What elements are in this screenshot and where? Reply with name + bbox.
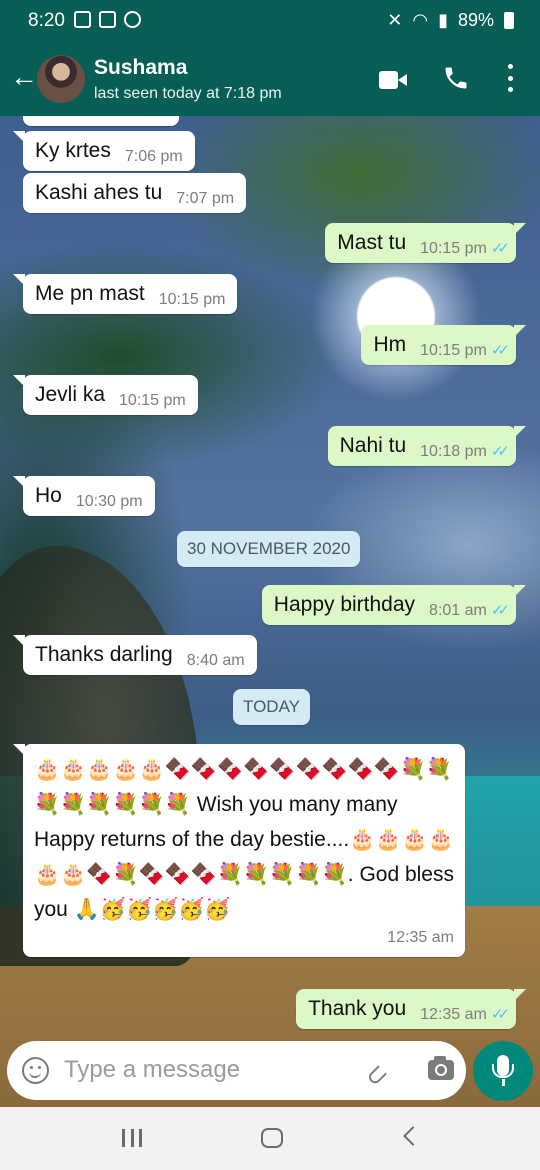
message-text: Me pn mast: [35, 282, 145, 305]
message-time: 7:06 pm: [124, 148, 183, 165]
message-bubble-incoming[interactable]: Ho 10:30 pm: [13, 476, 155, 516]
message-time: 7:07 pm: [176, 190, 235, 207]
chat-area[interactable]: Ky krtes 7:06 pm Kashi ahes tu 7:07 pm Mas…: [0, 116, 540, 1107]
system-nav-bar: [0, 1107, 540, 1170]
date-divider: 30 NOVEMBER 2020: [177, 531, 361, 567]
notification-icons: [74, 11, 141, 28]
mute-icon: ✕: [387, 10, 403, 30]
data-saver-icon: [124, 11, 141, 28]
read-ticks-icon: ✓✓: [490, 1006, 510, 1023]
message-time: 10:15 pm ✓✓: [420, 342, 510, 359]
contact-name[interactable]: Sushama: [94, 56, 187, 80]
read-ticks-icon: ✓✓: [490, 240, 510, 257]
camera-icon[interactable]: [428, 1056, 454, 1080]
more-options-icon[interactable]: [506, 64, 514, 92]
message-time: 12:35 am: [387, 929, 454, 946]
message-bubble-incoming[interactable]: 🎂🎂🎂🎂🎂🍫🍫🍫🍫🍫🍫🍫🍫🍫💐💐💐💐💐💐💐💐 Wish you many man…: [13, 744, 465, 957]
message-bubble-incoming[interactable]: Kashi ahes tu 7:07 pm: [23, 173, 247, 213]
message-time: 10:18 pm ✓✓: [420, 443, 510, 460]
message-bubble-outgoing[interactable]: Mast tu 10:15 pm ✓✓: [325, 223, 526, 263]
message-bubble-outgoing[interactable]: Happy birthday 8:01 am ✓✓: [261, 585, 527, 625]
voice-call-icon[interactable]: [442, 64, 470, 92]
message-bubble-outgoing[interactable]: Thank you 12:35 am ✓✓: [296, 989, 526, 1029]
message-bubble-incoming[interactable]: Thanks darling 8:40 am: [13, 635, 257, 675]
message-text: Kashi ahes tu: [35, 181, 163, 204]
signal-icon: ▮: [438, 10, 448, 30]
message-text: 🎂🎂🎂🎂🎂🍫🍫🍫🍫🍫🍫🍫🍫🍫💐💐💐💐💐💐💐💐 Wish you many man…: [34, 758, 454, 921]
recent-apps-icon[interactable]: [122, 1129, 142, 1147]
attach-icon[interactable]: ⊂: [358, 1051, 400, 1094]
message-bubble-incoming[interactable]: Me pn mast 10:15 pm: [12, 274, 238, 314]
status-bar: 8:20 ✕ ◠ ▮ 89%: [0, 0, 540, 42]
video-call-icon[interactable]: [379, 71, 407, 89]
message-time: 10:15 pm: [158, 291, 226, 308]
message-input[interactable]: [64, 1053, 344, 1087]
message-bubble-partial[interactable]: [23, 116, 179, 126]
message-time: 8:40 am: [186, 652, 245, 669]
message-time: 10:15 pm ✓✓: [420, 240, 510, 257]
read-ticks-icon: ✓✓: [490, 602, 510, 619]
message-time: 12:35 am ✓✓: [420, 1006, 510, 1023]
message-bubble-incoming[interactable]: Ky krtes 7:06 pm: [13, 131, 195, 171]
home-icon[interactable]: [261, 1128, 283, 1148]
mic-icon: [492, 1055, 514, 1078]
message-text: Nahi tu: [339, 434, 407, 457]
contact-avatar[interactable]: [37, 55, 85, 103]
message-bubble-outgoing[interactable]: Nahi tu 10:18 pm ✓✓: [327, 426, 527, 466]
message-text: Ho: [35, 484, 62, 507]
chat-header: ← Sushama last seen today at 7:18 pm: [0, 42, 540, 116]
mic-stand: [502, 1079, 505, 1086]
battery-percent: 89%: [457, 10, 494, 30]
date-divider: TODAY: [233, 689, 310, 725]
back-arrow-icon[interactable]: ←: [10, 62, 38, 92]
read-ticks-icon: ✓✓: [490, 443, 510, 460]
read-ticks-icon: ✓✓: [490, 342, 510, 359]
message-time: 8:01 am ✓✓: [429, 602, 510, 619]
message-text: Hm: [373, 333, 407, 356]
message-time: 10:30 pm: [75, 493, 143, 510]
nav-back-icon[interactable]: [403, 1126, 423, 1146]
message-text: Mast tu: [337, 231, 407, 254]
gallery-notification-icon: [74, 11, 91, 28]
battery-icon: [504, 12, 514, 29]
message-bubble-incoming[interactable]: Jevli ka 10:15 pm: [13, 375, 198, 415]
message-text: Jevli ka: [35, 383, 106, 406]
message-text: Thank you: [308, 997, 407, 1020]
last-seen-status: last seen today at 7:18 pm: [94, 85, 282, 102]
wifi-icon: ◠: [412, 10, 429, 30]
status-time: 8:20: [28, 10, 65, 31]
message-text: Ky krtes: [35, 139, 111, 162]
message-text: Thanks darling: [35, 643, 173, 666]
message-time: 10:15 pm: [119, 392, 186, 409]
system-icons: ✕ ◠ ▮ 89%: [387, 10, 514, 31]
emoji-icon[interactable]: [22, 1057, 49, 1084]
shazam-notification-icon: [99, 11, 116, 28]
message-bubble-outgoing[interactable]: Hm 10:15 pm ✓✓: [361, 325, 526, 365]
message-text: Happy birthday: [273, 593, 416, 616]
message-composer: ⊂: [7, 1041, 466, 1100]
mic-button[interactable]: [473, 1041, 533, 1101]
